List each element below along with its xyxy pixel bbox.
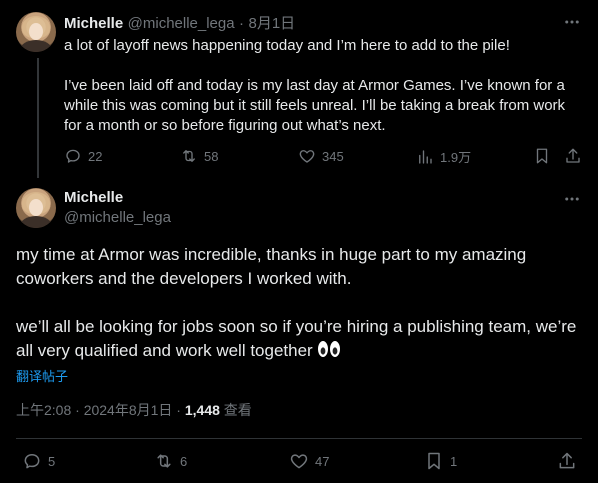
- avatar[interactable]: [16, 12, 56, 52]
- more-options-icon[interactable]: [562, 189, 582, 209]
- more-options-icon[interactable]: [562, 12, 582, 32]
- reply-count: 5: [48, 453, 56, 469]
- tweet-text-content: my time at Armor was incredible, thanks …: [16, 245, 577, 360]
- bookmark-count: 1: [450, 453, 458, 469]
- display-name[interactable]: Michelle: [64, 15, 123, 32]
- heart-icon: [290, 454, 308, 469]
- like-count: 345: [322, 148, 344, 164]
- repost-icon: [183, 150, 195, 162]
- share-icon: [559, 452, 575, 469]
- share-button[interactable]: [557, 451, 577, 471]
- avatar[interactable]: [16, 188, 56, 228]
- tweet-date[interactable]: 8月1日: [249, 15, 296, 32]
- reply-button[interactable]: 22: [64, 147, 102, 165]
- bookmark-icon: [428, 452, 440, 470]
- view-label: 查看: [219, 402, 252, 418]
- tweet-metadata: 上午2:08 · 2024年8月1日 · 1,448 查看: [16, 400, 252, 420]
- repost-icon: [157, 454, 171, 468]
- tweet-text: my time at Armor was incredible, thanks …: [16, 243, 586, 363]
- reply-icon: [24, 454, 40, 469]
- repost-button[interactable]: 6: [154, 451, 187, 471]
- share-button[interactable]: [564, 147, 582, 165]
- bookmark-icon: [536, 148, 548, 164]
- thread-line: [37, 58, 39, 178]
- reply-button[interactable]: 5: [22, 451, 55, 471]
- tweet-text: a lot of layoff news happening today and…: [64, 37, 566, 134]
- divider: [16, 438, 582, 439]
- user-handle[interactable]: @michelle_lega: [64, 209, 171, 226]
- like-count: 47: [315, 453, 330, 469]
- view-count: 1.9万: [440, 150, 472, 165]
- translate-post-link[interactable]: 翻译帖子: [16, 366, 68, 385]
- repost-count: 6: [180, 453, 188, 469]
- reply-icon: [66, 149, 80, 163]
- tweet-timestamp[interactable]: 上午2:08 · 2024年8月1日 ·: [16, 402, 185, 418]
- reply-count: 22: [88, 148, 103, 164]
- view-count: 1,448: [184, 402, 220, 418]
- separator: ·: [239, 15, 245, 32]
- display-name[interactable]: Michelle: [64, 189, 123, 206]
- analytics-icon: [419, 149, 432, 164]
- views-button[interactable]: 1.9万: [416, 147, 471, 166]
- heart-icon: [299, 150, 315, 163]
- like-button[interactable]: 47: [289, 451, 329, 471]
- bookmark-button[interactable]: [533, 147, 551, 165]
- share-icon: [566, 148, 580, 163]
- bookmark-button[interactable]: 1: [424, 451, 457, 471]
- like-button[interactable]: 345: [298, 147, 344, 165]
- user-handle[interactable]: @michelle_lega: [128, 15, 235, 32]
- repost-count: 58: [204, 148, 219, 164]
- tweet-header: Michelle @michelle_lega · 8月1日: [64, 12, 295, 33]
- repost-button[interactable]: 58: [180, 147, 218, 165]
- eyes-emoji-icon: [317, 341, 340, 357]
